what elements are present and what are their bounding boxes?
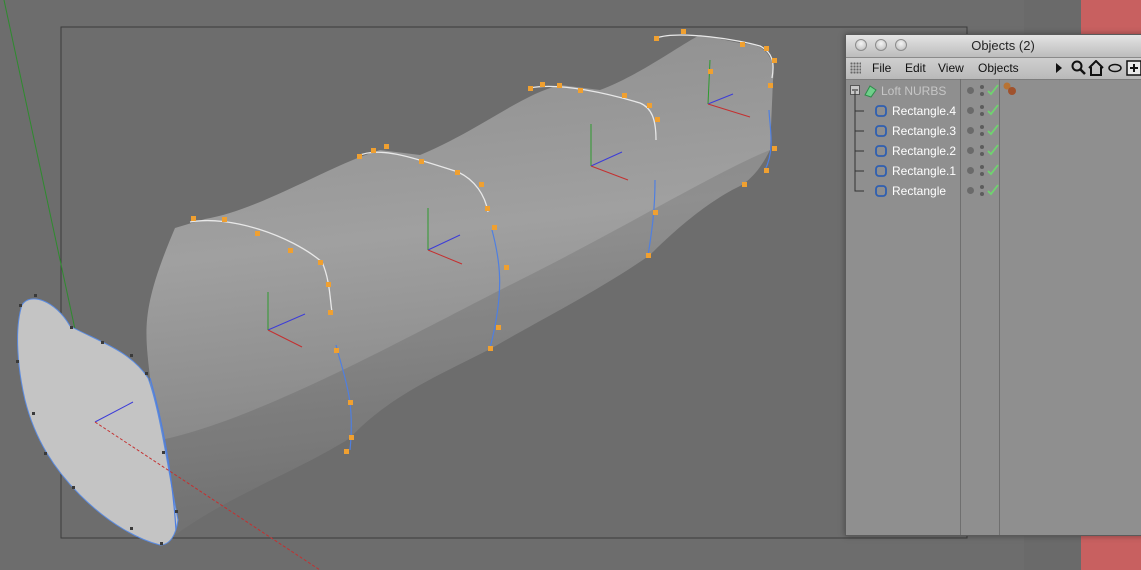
menu-bar: File Edit View Objects — [846, 58, 1141, 80]
rectangle-spline-icon — [875, 125, 887, 137]
tree-branch-line — [854, 111, 864, 132]
editor-render-dots[interactable] — [979, 124, 985, 138]
eye-icon[interactable] — [1108, 60, 1122, 76]
window-titlebar[interactable]: Objects (2) — [846, 35, 1141, 58]
enabled-check-icon[interactable] — [987, 123, 999, 137]
menu-edit[interactable]: Edit — [905, 61, 926, 75]
tree-branch-line — [854, 91, 864, 112]
menu-objects[interactable]: Objects — [978, 61, 1019, 75]
tree-row-rectangle-4[interactable]: Rectangle.4 — [846, 91, 1141, 121]
search-icon[interactable] — [1071, 60, 1087, 76]
rectangle-spline-icon — [875, 185, 887, 197]
visibility-dot[interactable] — [967, 167, 974, 174]
new-object-icon[interactable] — [1126, 60, 1141, 76]
object-name[interactable]: Rectangle — [892, 184, 946, 198]
tree-row-rectangle-3[interactable]: Rectangle.3 — [846, 111, 1141, 141]
enabled-check-icon[interactable] — [987, 103, 999, 117]
object-name[interactable]: Rectangle.3 — [892, 124, 956, 138]
visibility-dot[interactable] — [967, 147, 974, 154]
object-name[interactable]: Rectangle.4 — [892, 104, 956, 118]
object-name[interactable]: Rectangle.2 — [892, 144, 956, 158]
menu-file[interactable]: File — [872, 61, 891, 75]
enabled-check-icon[interactable] — [987, 83, 999, 97]
editor-render-dots[interactable] — [979, 184, 985, 198]
visibility-dot[interactable] — [967, 127, 974, 134]
object-name[interactable]: Rectangle.1 — [892, 164, 956, 178]
visibility-dot[interactable] — [967, 187, 974, 194]
material-tag-icon[interactable] — [1002, 81, 1018, 97]
tree-row-rectangle[interactable]: Rectangle — [846, 171, 1141, 201]
editor-render-dots[interactable] — [979, 104, 985, 118]
window-title: Objects (2) — [971, 38, 1035, 53]
objects-manager-window[interactable]: Objects (2) File Edit View Objects Loft … — [845, 34, 1141, 536]
tree-branch-line — [854, 151, 864, 172]
editor-render-dots[interactable] — [979, 164, 985, 178]
expand-arrow-icon[interactable] — [1056, 63, 1062, 73]
visibility-dot[interactable] — [967, 107, 974, 114]
home-icon[interactable] — [1088, 60, 1104, 76]
enabled-check-icon[interactable] — [987, 163, 999, 177]
object-name[interactable]: Loft NURBS — [881, 84, 946, 98]
rectangle-spline-icon — [875, 145, 887, 157]
rectangle-spline-icon — [875, 165, 887, 177]
grip-icon[interactable] — [850, 62, 861, 74]
tree-row-rectangle-1[interactable]: Rectangle.1 — [846, 151, 1141, 181]
editor-render-dots[interactable] — [979, 144, 985, 158]
tree-branch-line — [854, 171, 864, 192]
visibility-dot[interactable] — [967, 87, 974, 94]
enabled-check-icon[interactable] — [987, 143, 999, 157]
menu-view[interactable]: View — [938, 61, 964, 75]
enabled-check-icon[interactable] — [987, 183, 999, 197]
editor-render-dots[interactable] — [979, 84, 985, 98]
tree-branch-line — [854, 131, 864, 152]
rectangle-spline-icon — [875, 105, 887, 117]
tree-row-rectangle-2[interactable]: Rectangle.2 — [846, 131, 1141, 161]
object-tree[interactable]: Loft NURBS Rectangle.4 Rectangle.3 Recta… — [846, 79, 1141, 535]
tree-row-loft-nurbs[interactable]: Loft NURBS — [846, 81, 1141, 101]
